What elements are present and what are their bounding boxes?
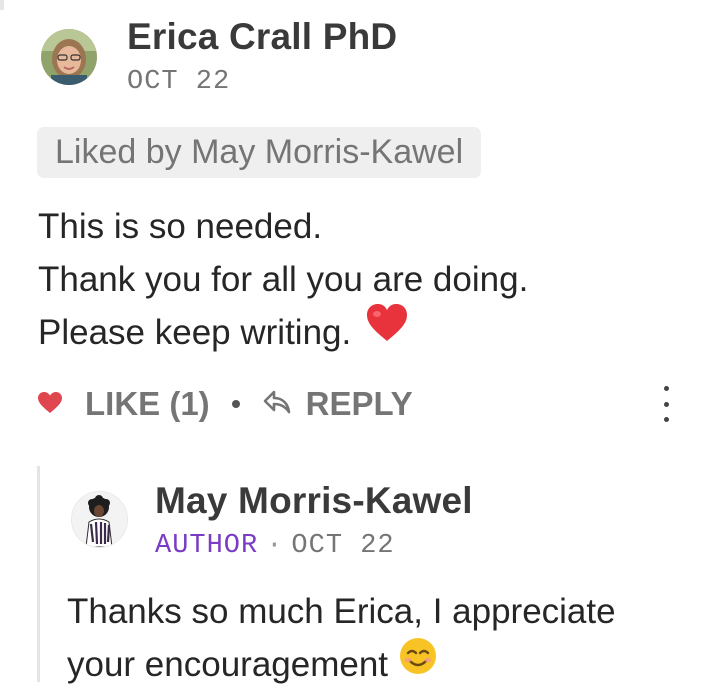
reply-label: REPLY [305,385,413,422]
more-options-icon[interactable] [652,386,680,422]
heart-icon [37,385,63,423]
thread-line [0,0,4,10]
reply-meta: AUTHOR · OCT 22 [155,531,395,561]
reply-avatar[interactable] [71,491,128,548]
reply-date: OCT 22 [291,531,395,561]
author-role-badge: AUTHOR [155,531,259,561]
separator-dot: · [266,531,284,561]
separator-dot [231,400,240,408]
comment-line-text: Please keep writing. [38,313,352,352]
reply-author-name[interactable]: May Morris-Kawel [155,480,473,522]
reply-line: your encouragement [67,638,616,694]
reply-button[interactable]: REPLY [262,385,413,423]
like-label: LIKE (1) [85,385,210,422]
comment-line: Please keep writing. [38,303,528,362]
liked-by-badge: Liked by May Morris-Kawel [37,127,482,178]
comment-body: This is so needed. Thank you for all you… [38,200,528,362]
like-button[interactable]: LIKE (1) [37,385,210,423]
reply-line: Thanks so much Erica, I appreciate [67,592,616,631]
author-name[interactable]: Erica Crall PhD [127,16,397,58]
comment-line: Thank you for all you are doing. [38,260,529,299]
reply-arrow-icon [262,385,292,423]
avatar[interactable] [41,29,97,85]
comment-date: OCT 22 [127,67,231,97]
comment-actions: LIKE (1) REPLY [37,380,413,428]
smiling-face-emoji [398,636,438,691]
comment-line: This is so needed. [38,207,323,246]
reply-line-text: your encouragement [67,645,389,684]
reply-body: Thanks so much Erica, I appreciate your … [67,585,616,694]
red-heart-emoji [365,303,409,358]
reply-thread-line [37,466,40,682]
